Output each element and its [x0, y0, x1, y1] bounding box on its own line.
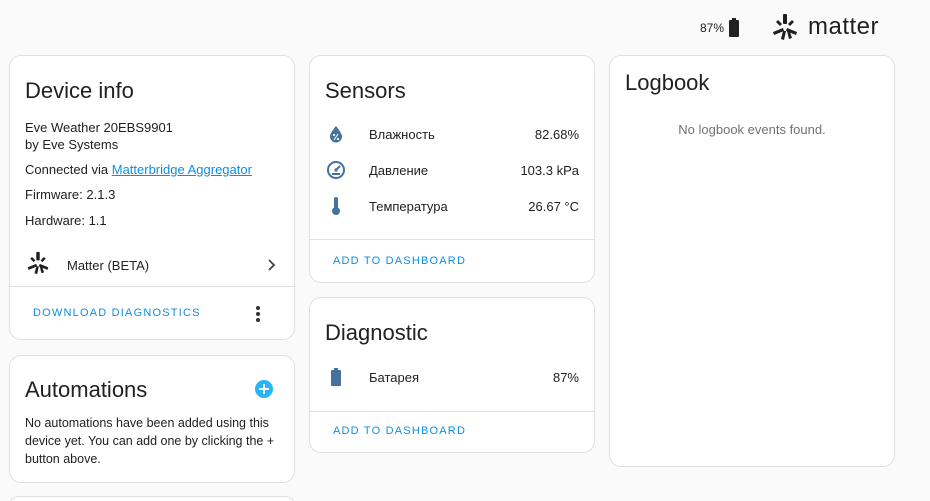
diagnostic-add-to-dashboard-button[interactable]: ADD TO DASHBOARD	[333, 425, 466, 437]
sensor-value: 26.67 °C	[528, 198, 579, 214]
matter-brand: matter	[770, 13, 879, 41]
gauge-icon	[325, 159, 347, 181]
diagnostic-value: 87%	[552, 369, 579, 385]
device-manufacturer: by Eve Systems	[25, 137, 119, 152]
thermometer-icon	[325, 195, 347, 217]
chevron-right-icon	[263, 257, 279, 273]
automations-title: Automations	[25, 377, 148, 402]
logbook-empty-text: No logbook events found.	[678, 122, 826, 137]
sensors-title: Sensors	[325, 78, 406, 103]
sensor-value: 82.68%	[534, 126, 579, 142]
battery-icon	[325, 366, 347, 388]
device-info-card: Device info Eve Weather 20EBS9901 by Eve…	[9, 55, 295, 340]
device-model: Eve Weather 20EBS9901	[25, 120, 173, 135]
divider	[10, 286, 294, 287]
automations-card: Automations No automations have been add…	[9, 355, 295, 483]
more-vert-icon[interactable]	[250, 304, 266, 324]
firmware-version: Firmware: 2.1.3	[25, 187, 116, 202]
download-diagnostics-button[interactable]: DOWNLOAD DIAGNOSTICS	[33, 307, 201, 319]
logbook-card: Logbook No logbook events found.	[609, 55, 895, 467]
sensor-row-pressure[interactable]: Давление 103.3 kPa	[325, 158, 579, 182]
integration-label: Matter (BETA)	[67, 257, 150, 273]
sensor-row-temperature[interactable]: Температура 26.67 °C	[325, 194, 579, 218]
sensor-name: Влажность	[369, 126, 435, 142]
add-automation-button[interactable]	[254, 379, 274, 399]
battery-icon	[728, 17, 740, 39]
sensors-card: Sensors Влажность 82.68% Давление 103.3 …	[309, 55, 595, 283]
diagnostic-card: Diagnostic Батарея 87% ADD TO DASHBOARD	[309, 297, 595, 453]
diagnostic-row-battery[interactable]: Батарея 87%	[325, 365, 579, 389]
integration-matter-row[interactable]: Matter (BETA)	[10, 248, 294, 282]
connected-link[interactable]: Matterbridge Aggregator	[112, 162, 252, 177]
logbook-title: Logbook	[625, 70, 710, 95]
matter-integration-icon	[25, 251, 51, 280]
divider	[310, 411, 594, 412]
automations-empty-text: No automations have been added using thi…	[25, 416, 275, 466]
sensors-add-to-dashboard-button[interactable]: ADD TO DASHBOARD	[333, 255, 466, 267]
next-card	[9, 496, 295, 501]
water-percent-icon	[325, 123, 347, 145]
brand-text: matter	[808, 13, 880, 40]
sensor-row-humidity[interactable]: Влажность 82.68%	[325, 122, 579, 146]
sensor-name: Давление	[369, 162, 429, 178]
diagnostic-name: Батарея	[369, 369, 420, 385]
divider	[310, 239, 594, 240]
sensor-name: Температура	[369, 198, 448, 214]
device-info-title: Device info	[25, 78, 134, 103]
connected-via: Connected via Matterbridge Aggregator	[25, 162, 252, 177]
connected-prefix: Connected via	[25, 162, 112, 177]
matter-logo-icon	[770, 13, 800, 41]
diagnostic-title: Diagnostic	[325, 320, 428, 345]
battery-percent: 87%	[700, 21, 725, 35]
sensor-value: 103.3 kPa	[520, 162, 579, 178]
hardware-version: Hardware: 1.1	[25, 213, 107, 228]
